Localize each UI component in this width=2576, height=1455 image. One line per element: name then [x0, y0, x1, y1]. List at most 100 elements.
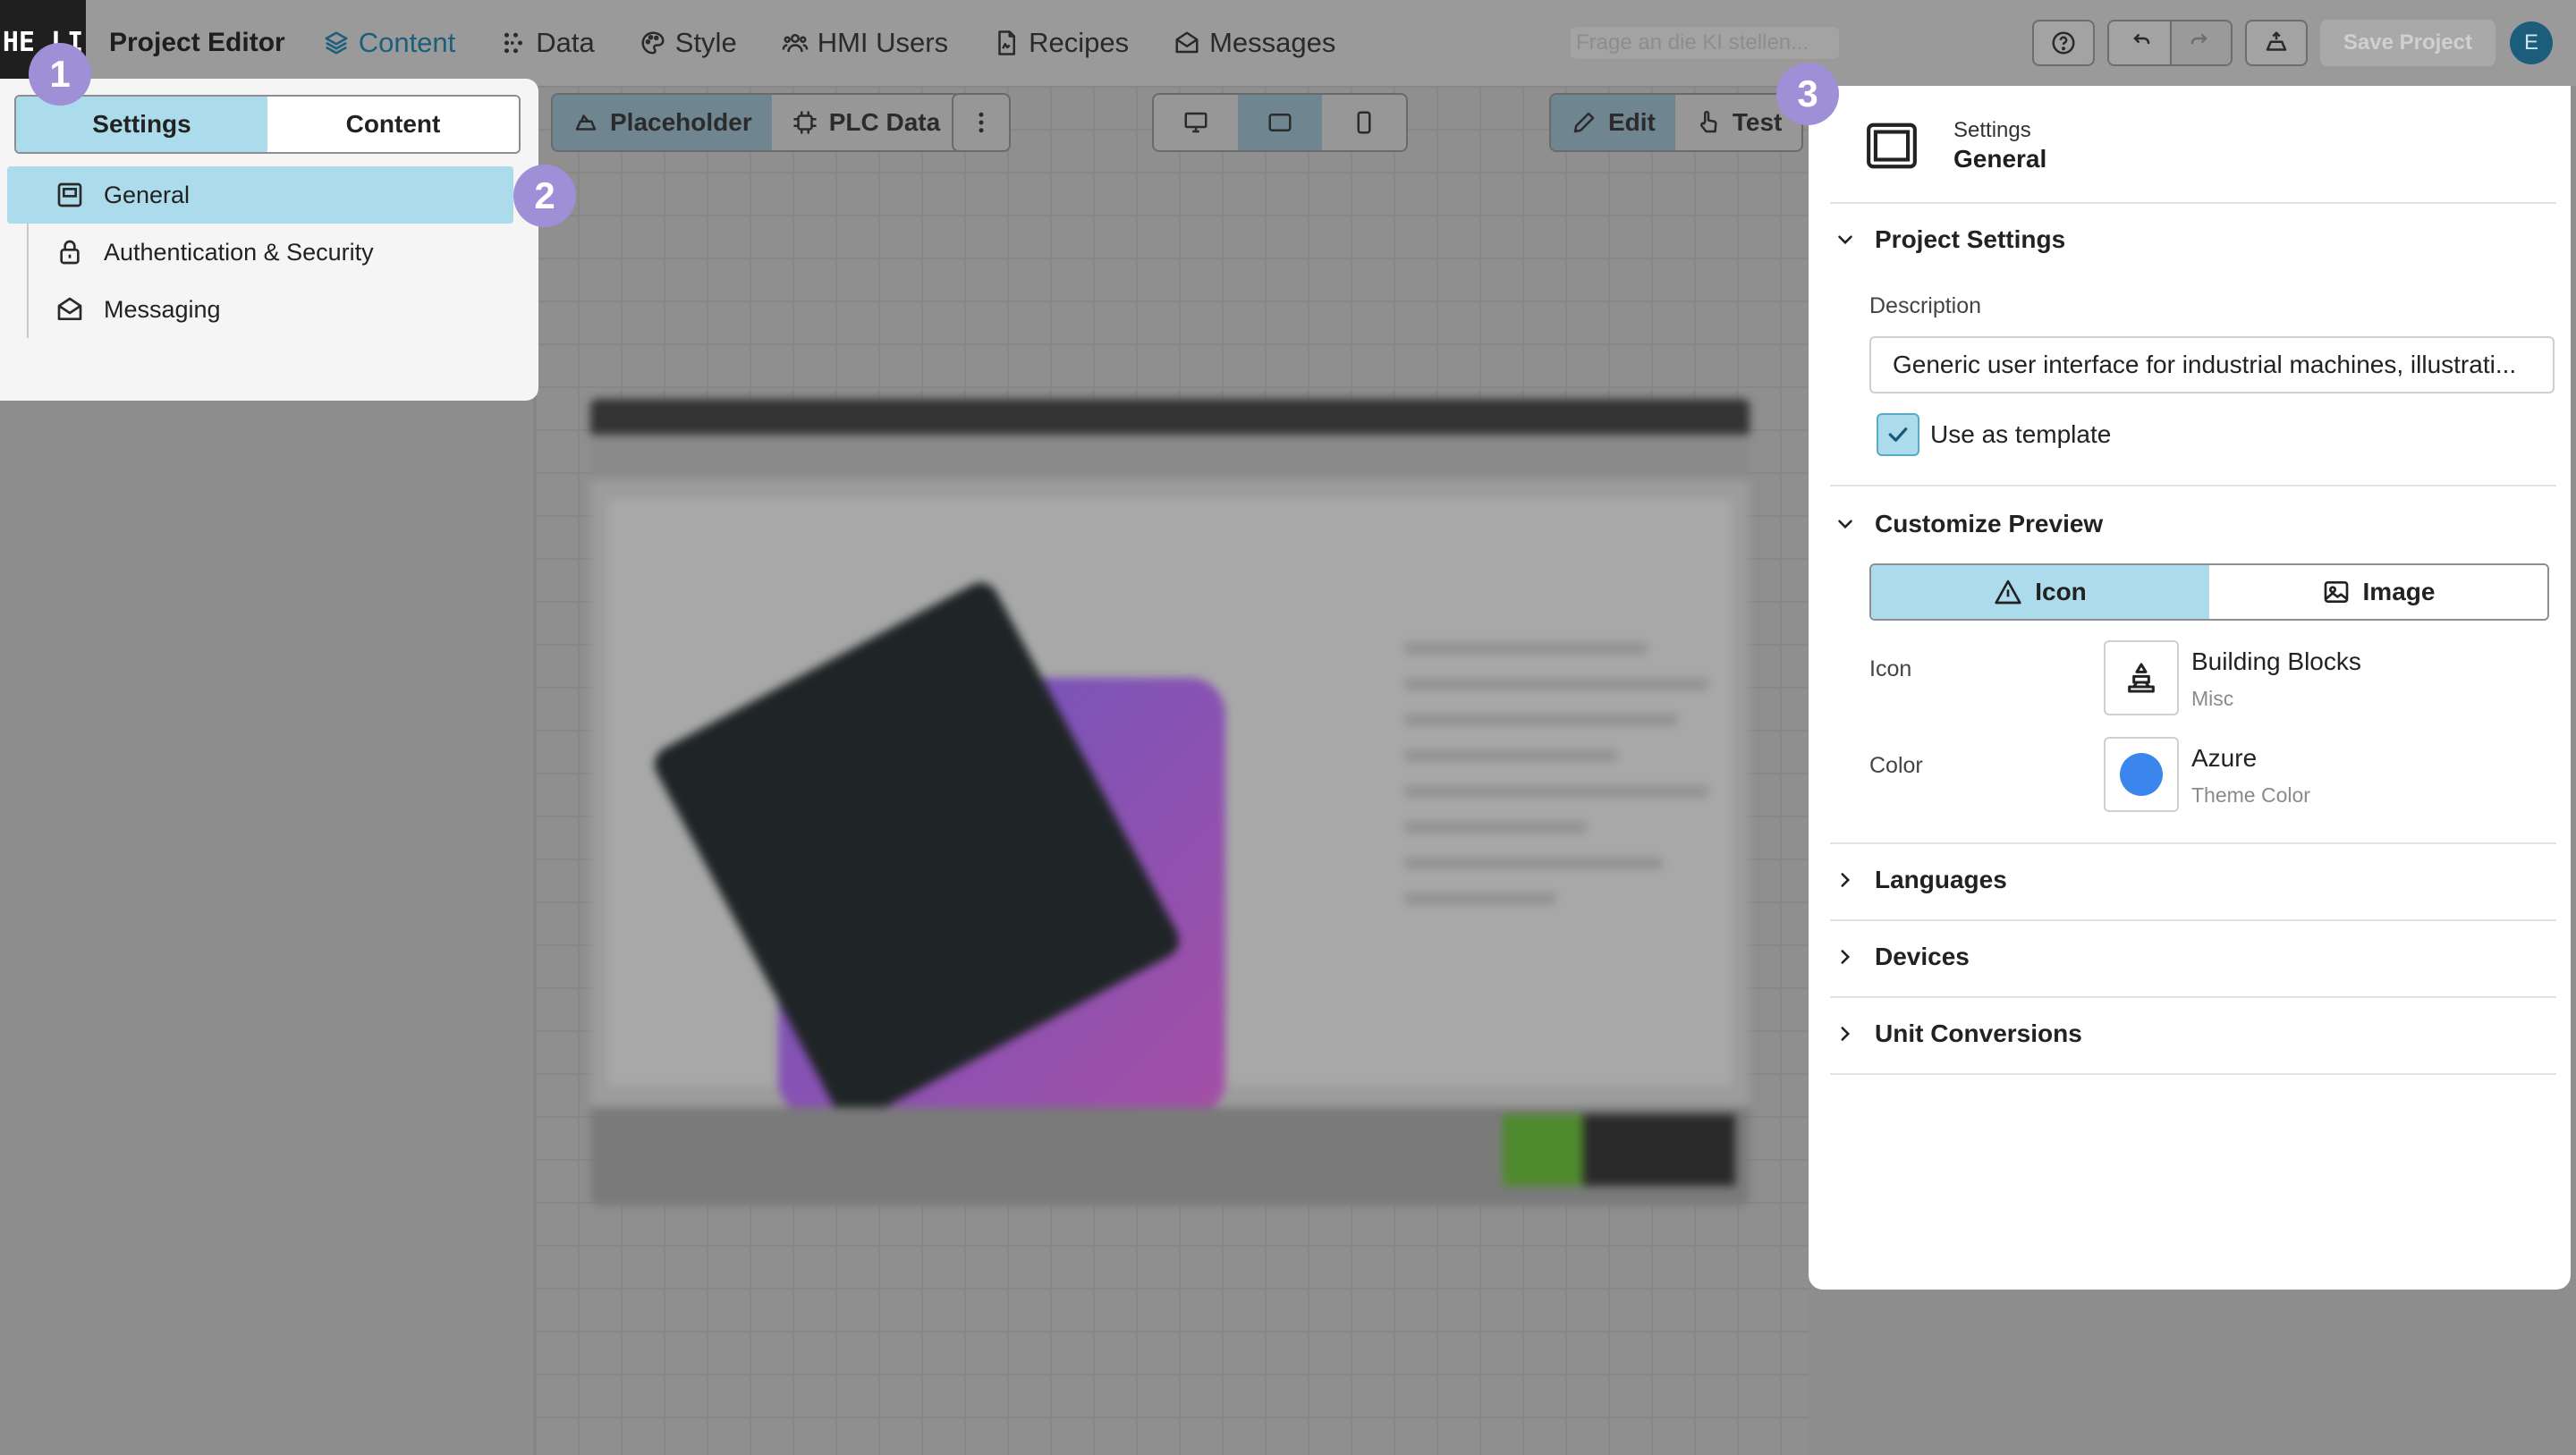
nav-messages-label: Messages	[1209, 27, 1336, 58]
lock-icon	[60, 240, 80, 265]
section-title: Project Settings	[1875, 225, 2066, 253]
nav-hmi-users[interactable]: HMI Users	[782, 27, 948, 59]
placeholder-button[interactable]: Placeholder	[553, 95, 772, 150]
mail-open-icon	[57, 297, 82, 320]
chevron-down-icon	[1838, 235, 1852, 245]
properties-panel: Settings General Project Settings Descri…	[1809, 86, 2571, 1290]
divider	[1830, 485, 2556, 486]
nav-style-label: Style	[674, 27, 737, 58]
section-customize-preview[interactable]: Customize Preview	[1834, 510, 2103, 538]
hmi-preview-screen	[590, 399, 1750, 1205]
divider	[1830, 202, 2556, 204]
mail-icon	[1175, 31, 1199, 54]
more-vertical-icon	[979, 112, 984, 133]
step-badge-1: 1	[29, 43, 91, 106]
section-title: Devices	[1875, 943, 1970, 970]
nav-recipes-label: Recipes	[1029, 27, 1130, 58]
help-button[interactable]	[2031, 20, 2095, 66]
recipe-icon	[998, 30, 1016, 55]
chevron-down-icon	[1838, 520, 1852, 529]
description-label: Description	[1869, 293, 1982, 318]
settings-sidebar: Settings Content General Authentication …	[0, 79, 538, 401]
history-group	[2106, 20, 2233, 66]
publish-button[interactable]	[2244, 20, 2308, 66]
more-options-button[interactable]	[952, 93, 1011, 152]
divider	[1830, 1073, 2556, 1075]
sidebar-item-label: Messaging	[104, 295, 221, 323]
app-title: Project Editor	[109, 28, 285, 57]
preview-mode-toggle: Icon Image	[1869, 563, 2549, 621]
layout-icon	[1867, 123, 1917, 169]
use-template-checkbox[interactable]	[1877, 413, 1919, 456]
device-phone-button[interactable]	[1322, 95, 1406, 150]
image-icon	[2324, 581, 2348, 603]
step-badge-3: 3	[1776, 63, 1839, 125]
nav-style[interactable]: Style	[640, 27, 737, 59]
sidebar-mode-toggle: Settings Content	[14, 95, 521, 154]
desktop-icon	[1184, 112, 1208, 133]
main-nav: Content Data Style HMI Users Recipes Mes…	[323, 27, 1381, 59]
placeholder-label: Placeholder	[610, 108, 752, 136]
check-icon	[1888, 427, 1908, 442]
nav-recipes[interactable]: Recipes	[993, 27, 1129, 59]
sidebar-item-general[interactable]: General	[7, 166, 513, 224]
nav-hmi-users-label: HMI Users	[817, 27, 949, 58]
layers-icon	[325, 31, 348, 55]
color-picker-button[interactable]	[2104, 737, 2179, 812]
divider	[1830, 842, 2556, 844]
device-desktop-button[interactable]	[1154, 95, 1238, 150]
tablet-icon	[1268, 114, 1292, 131]
device-tablet-button[interactable]	[1238, 95, 1322, 150]
redo-icon	[2190, 34, 2207, 45]
sidebar-item-messaging[interactable]: Messaging	[7, 281, 513, 338]
description-input[interactable]: Generic user interface for industrial ma…	[1869, 336, 2555, 393]
redo-button[interactable]	[2169, 21, 2231, 64]
top-actions: Save Project E	[2031, 0, 2576, 86]
nav-messages[interactable]: Messages	[1174, 27, 1335, 59]
section-title: Languages	[1875, 866, 2007, 893]
nav-data-label: Data	[536, 27, 595, 58]
undo-button[interactable]	[2108, 21, 2170, 64]
section-unit-conversions[interactable]: Unit Conversions	[1834, 1019, 2082, 1048]
test-label: Test	[1732, 108, 1783, 136]
user-avatar[interactable]: E	[2510, 21, 2553, 64]
edit-label: Edit	[1608, 108, 1656, 136]
users-icon	[782, 34, 809, 53]
building-blocks-icon	[2128, 663, 2155, 693]
panel-breadcrumb: Settings	[1953, 118, 2031, 142]
sidebar-item-authentication[interactable]: Authentication & Security	[7, 224, 513, 281]
pencil-icon	[1573, 112, 1595, 133]
tab-content[interactable]: Content	[267, 97, 519, 152]
data-source-toggle: Placeholder PLC Data	[551, 93, 962, 152]
sidebar-item-label: Authentication & Security	[104, 238, 374, 266]
layout-icon	[57, 182, 82, 207]
chevron-right-icon	[1841, 1027, 1851, 1041]
sidebar-item-label: General	[104, 181, 191, 208]
triangle-icon	[1995, 579, 2021, 605]
save-project-button[interactable]: Save Project	[2319, 20, 2496, 66]
nav-content[interactable]: Content	[323, 27, 455, 59]
edit-mode-button[interactable]: Edit	[1551, 95, 1675, 150]
palette-icon	[641, 31, 665, 55]
panel-title: General	[1953, 145, 2047, 173]
preview-mode-image-button[interactable]: Image	[2209, 565, 2547, 619]
icon-field-label: Icon	[1869, 656, 1912, 681]
plc-data-button[interactable]: PLC Data	[772, 95, 960, 150]
nav-data[interactable]: Data	[500, 27, 595, 59]
divider	[1830, 996, 2556, 998]
preview-mode-icon-label: Icon	[2035, 578, 2087, 605]
step-badge-2: 2	[513, 165, 576, 227]
ai-search-input[interactable]: Frage an die KI stellen...	[1571, 27, 1839, 59]
preview-mode-icon-button[interactable]: Icon	[1871, 565, 2209, 619]
device-preview-toggle	[1152, 93, 1408, 152]
help-icon	[2052, 31, 2075, 55]
icon-picker-button[interactable]	[2104, 640, 2179, 715]
color-category: Theme Color	[2191, 783, 2310, 807]
color-name: Azure	[2191, 744, 2258, 772]
section-title: Unit Conversions	[1875, 1019, 2082, 1047]
section-languages[interactable]: Languages	[1834, 866, 2007, 894]
section-devices[interactable]: Devices	[1834, 943, 1970, 971]
section-project-settings[interactable]: Project Settings	[1834, 225, 2065, 254]
section-title: Customize Preview	[1875, 510, 2104, 537]
use-template-label[interactable]: Use as template	[1930, 420, 2111, 449]
